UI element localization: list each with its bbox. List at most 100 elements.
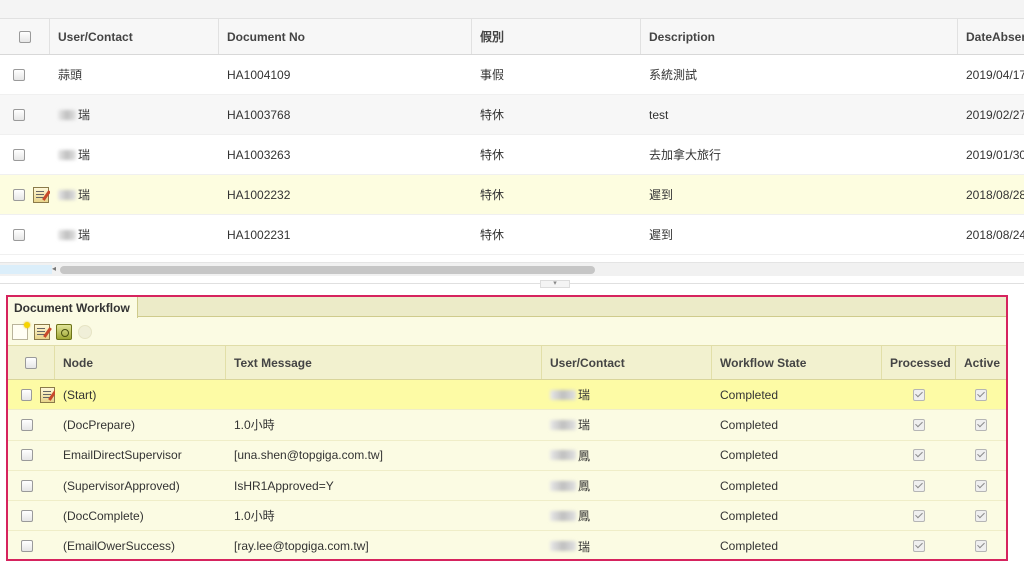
workflow-toolbar	[8, 317, 1006, 345]
wf-row-checkbox[interactable]	[21, 449, 33, 462]
blurred-user: 瑞	[550, 416, 590, 433]
row-checkbox[interactable]	[13, 188, 25, 201]
col-text-message[interactable]: Text Message	[226, 346, 542, 379]
wf-row-select-cell	[8, 531, 55, 559]
wf-row-checkbox[interactable]	[21, 418, 33, 431]
cell-leave-type: 特休	[480, 228, 505, 242]
col-description[interactable]: Description	[641, 19, 958, 54]
wf-row-checkbox[interactable]	[21, 540, 33, 553]
redacted-name	[550, 510, 576, 521]
wf-row-select-cell	[8, 380, 55, 409]
cell-node: (SupervisorApproved)	[63, 478, 180, 493]
col-document-no[interactable]: Document No	[219, 19, 472, 54]
cell-description: 遲到	[649, 188, 674, 202]
cell-wf-user-contact: 瑞	[542, 410, 712, 439]
cell-date-absent: 2019/01/30	[966, 147, 1024, 162]
row-select-cell	[0, 215, 50, 254]
cell-active	[956, 410, 1006, 439]
active-checkbox	[975, 479, 987, 492]
cell-active	[956, 380, 1006, 409]
splitter-grip-icon[interactable]: ▾	[540, 280, 570, 288]
blurred-user: 鳳	[550, 507, 590, 524]
cell-description: 系統測試	[649, 68, 698, 82]
cell-wf-user-contact: 瑞	[542, 531, 712, 559]
processed-checkbox	[913, 388, 925, 401]
workflow-row[interactable]: (SupervisorApproved) IsHR1Approved=Y 鳳 Comp…	[8, 471, 1006, 502]
edit-icon[interactable]	[33, 186, 49, 203]
delete-icon[interactable]	[56, 324, 72, 340]
scroll-track-left	[0, 265, 52, 274]
redacted-name	[58, 149, 76, 160]
row-checkbox[interactable]	[13, 148, 25, 161]
select-all-checkbox[interactable]	[18, 30, 31, 43]
row-checkbox[interactable]	[13, 108, 25, 121]
user-name-suffix: 瑞	[78, 188, 91, 202]
redacted-name	[550, 419, 576, 430]
table-row[interactable]: 瑞 HA1002232 特休 遲到 2018/08/28	[0, 175, 1024, 215]
user-name-suffix: 瑞	[78, 108, 91, 122]
col-date-absent[interactable]: DateAbsent	[958, 19, 1024, 54]
scroll-left-arrow-icon[interactable]: ◂	[52, 264, 56, 273]
user-name-suffix: 瑞	[78, 228, 91, 242]
row-checkbox[interactable]	[13, 228, 25, 241]
cell-active	[956, 531, 1006, 559]
workflow-tab-strip: Document Workflow	[8, 297, 1006, 318]
cell-leave-type: 特休	[480, 108, 505, 122]
cell-processed	[882, 380, 956, 409]
table-row[interactable]: 蒜頭 HA1004109 事假 系統測試 2019/04/17	[0, 55, 1024, 95]
cell-wf-user-contact: 瑞	[542, 380, 712, 409]
workflow-grid-header: Node Text Message User/Contact Workflow …	[8, 345, 1006, 380]
cell-user-contact: 瑞	[50, 215, 219, 254]
user-name-suffix: 鳳	[578, 509, 591, 524]
edit-icon[interactable]	[40, 386, 55, 403]
scroll-thumb[interactable]	[60, 266, 595, 274]
cell-description: 遲到	[649, 228, 674, 242]
table-row[interactable]: 瑞 HA1003768 特休 test 2019/02/27	[0, 95, 1024, 135]
tab-document-workflow[interactable]: Document Workflow	[8, 297, 138, 318]
wf-row-select-cell	[8, 471, 55, 500]
col-wf-user-contact[interactable]: User/Contact	[542, 346, 712, 379]
workflow-row[interactable]: EmailDirectSupervisor [una.shen@topgiga.c…	[8, 441, 1006, 471]
splitter-line	[0, 283, 1024, 284]
workflow-row[interactable]: (Start) 瑞 Completed	[8, 380, 1006, 411]
workflow-row[interactable]: (DocPrepare) 1.0小時 瑞 Completed	[8, 410, 1006, 441]
cell-date-absent: 2018/08/24	[966, 227, 1024, 242]
row-checkbox[interactable]	[13, 68, 25, 81]
col-processed[interactable]: Processed	[882, 346, 956, 379]
col-leave-type[interactable]: 假別	[472, 19, 641, 54]
user-name-suffix: 鳳	[578, 448, 591, 463]
wf-row-checkbox[interactable]	[21, 509, 33, 522]
document-workflow-panel: Document Workflow Node Text Message User…	[6, 295, 1008, 561]
cell-wf-user-contact: 鳳	[542, 471, 712, 500]
cell-processed	[882, 501, 956, 530]
table-row[interactable]: 瑞 HA1003263 特休 去加拿大旅行 2019/01/30	[0, 135, 1024, 175]
cell-user-contact: 瑞	[50, 95, 219, 134]
cell-active	[956, 471, 1006, 500]
cell-leave-type: 特休	[480, 188, 505, 202]
blurred-user: 瑞	[58, 186, 90, 203]
workflow-row[interactable]: (DocComplete) 1.0小時 鳳 Completed	[8, 501, 1006, 532]
cell-document-no: HA1002232	[227, 187, 291, 202]
pane-splitter[interactable]: ▾	[0, 278, 1024, 290]
cell-date-absent: 2018/08/28	[966, 187, 1024, 202]
col-user-contact[interactable]: User/Contact	[50, 19, 219, 54]
wf-row-checkbox[interactable]	[21, 479, 33, 492]
wf-row-select-cell	[8, 501, 55, 530]
processed-checkbox	[913, 540, 925, 553]
document-grid-header: User/Contact Document No 假別 Description …	[0, 18, 1024, 55]
cell-document-no: HA1002231	[227, 227, 291, 242]
wf-select-all-checkbox[interactable]	[25, 356, 37, 369]
cell-text-message	[226, 380, 542, 409]
table-row[interactable]: 瑞 HA1002231 特休 遲到 2018/08/24	[0, 215, 1024, 255]
col-active[interactable]: Active	[956, 346, 1006, 379]
edit-icon[interactable]	[34, 324, 50, 340]
workflow-row[interactable]: (EmailOwerSuccess) [ray.lee@topgiga.com.t…	[8, 531, 1006, 559]
blurred-user: 瑞	[550, 386, 590, 403]
user-name-suffix: 瑞	[578, 388, 591, 403]
cell-processed	[882, 410, 956, 439]
col-workflow-state[interactable]: Workflow State	[712, 346, 882, 379]
new-icon[interactable]	[12, 322, 30, 340]
wf-row-checkbox[interactable]	[21, 388, 33, 401]
col-node[interactable]: Node	[55, 346, 226, 379]
horizontal-scrollbar[interactable]: ◂	[0, 262, 1024, 276]
